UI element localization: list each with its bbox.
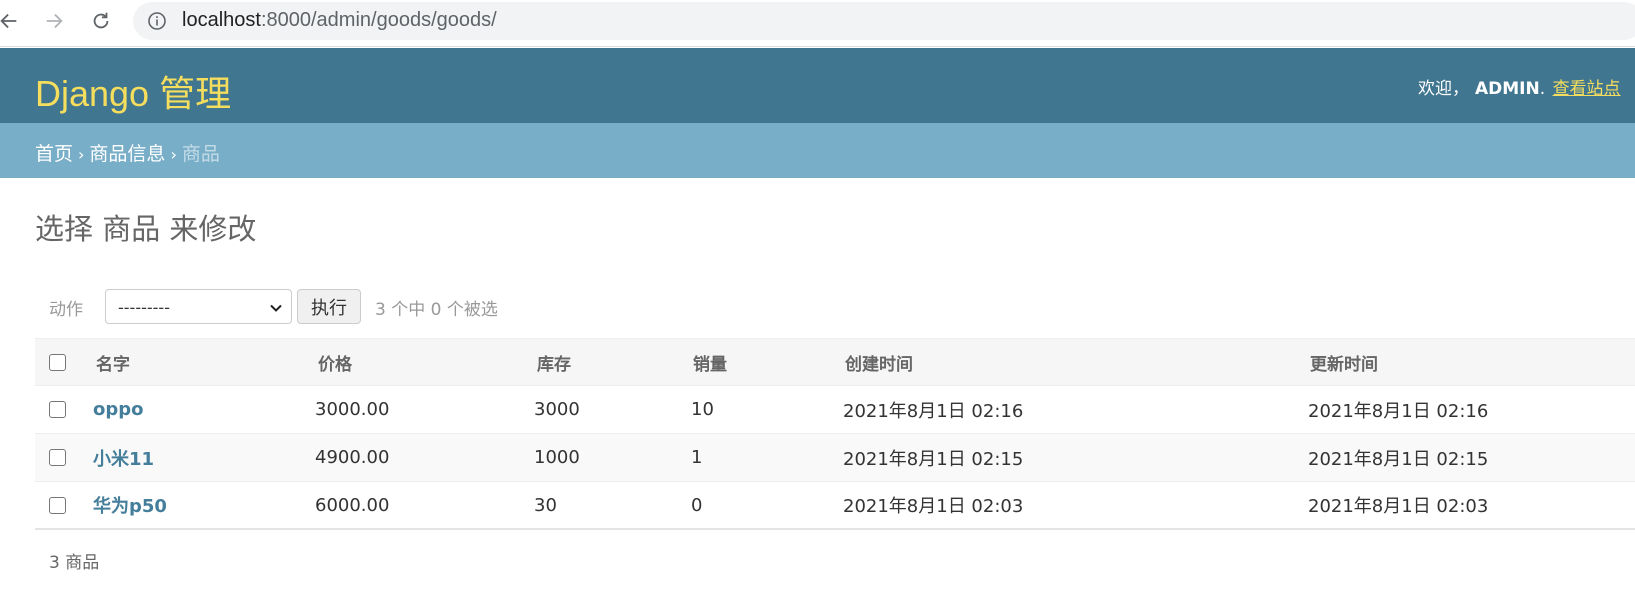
result-table: 名字 价格 库存 销量 创建时间 更新时间 oppo 3000.00 3000 … — [35, 338, 1635, 530]
table-row: 小米11 4900.00 1000 1 2021年8月1日 02:15 2021… — [35, 434, 1635, 482]
breadcrumb-app[interactable]: 商品信息 — [89, 143, 165, 165]
select-all-checkbox[interactable] — [49, 353, 66, 371]
action-label: 动作 — [49, 300, 83, 320]
back-button[interactable] — [0, 6, 24, 36]
sales-cell: 1 — [691, 447, 703, 468]
name-cell: oppo — [93, 386, 144, 433]
column-header-sales[interactable]: 销量 — [693, 339, 727, 385]
updated-cell: 2021年8月1日 02:03 — [1308, 496, 1489, 517]
created-cell: 2021年8月1日 02:15 — [843, 448, 1024, 470]
breadcrumb-separator: › — [170, 145, 177, 164]
address-bar[interactable]: localhost:8000/admin/goods/goods/ — [133, 2, 1635, 40]
sales-cell: 0 — [691, 494, 703, 516]
row-checkbox[interactable] — [49, 401, 66, 418]
sales-cell: 10 — [691, 399, 714, 420]
name-cell: 华为p50 — [93, 482, 167, 528]
breadcrumb-current: 商品 — [181, 143, 220, 165]
view-site-link[interactable]: 查看站点 — [1553, 79, 1621, 99]
name-cell: 小米11 — [93, 434, 154, 481]
result-count: 3 商品 — [49, 553, 100, 573]
row-checkbox[interactable] — [49, 449, 66, 466]
breadcrumb-separator: › — [78, 145, 85, 164]
column-header-created[interactable]: 创建时间 — [845, 339, 913, 385]
username: ADMIN — [1475, 79, 1540, 99]
action-select[interactable]: --------- — [105, 289, 292, 324]
price-cell: 3000.00 — [315, 399, 390, 420]
site-header: Django 管理 欢迎， ADMIN. 查看站点 — [0, 48, 1635, 123]
table-row: oppo 3000.00 3000 10 2021年8月1日 02:16 202… — [35, 386, 1635, 434]
created-cell: 2021年8月1日 02:03 — [843, 496, 1024, 517]
selection-counter: 3 个中 0 个被选 — [375, 300, 498, 320]
column-header-updated[interactable]: 更新时间 — [1310, 339, 1378, 385]
item-link[interactable]: oppo — [93, 399, 144, 420]
table-header: 名字 价格 库存 销量 创建时间 更新时间 — [35, 338, 1635, 386]
column-header-name[interactable]: 名字 — [96, 339, 130, 385]
page-title: 选择 商品 来修改 — [35, 212, 257, 246]
back-arrow-icon — [0, 13, 17, 29]
row-select-cell — [49, 386, 66, 433]
info-icon[interactable] — [147, 11, 167, 31]
run-action-button[interactable]: 执行 — [297, 289, 361, 324]
breadcrumb: 首页 › 商品信息 › 商品 — [0, 123, 1635, 178]
action-select-value: --------- — [118, 298, 170, 317]
reload-button[interactable] — [86, 6, 116, 36]
stock-cell: 1000 — [534, 447, 580, 468]
chevron-down-icon — [270, 304, 282, 312]
column-header-stock[interactable]: 库存 — [537, 339, 571, 385]
breadcrumb-home[interactable]: 首页 — [35, 143, 73, 165]
price-cell: 4900.00 — [315, 447, 390, 468]
site-branding[interactable]: Django 管理 — [35, 65, 231, 117]
select-all-cell — [49, 339, 66, 385]
row-checkbox[interactable] — [49, 496, 66, 514]
column-header-price[interactable]: 价格 — [318, 339, 352, 385]
table-row: 华为p50 6000.00 30 0 2021年8月1日 02:03 2021年… — [35, 482, 1635, 530]
stock-cell: 30 — [534, 494, 557, 516]
stock-cell: 3000 — [534, 399, 580, 420]
url-text: localhost:8000/admin/goods/goods/ — [182, 9, 497, 32]
forward-button[interactable] — [39, 6, 69, 36]
updated-cell: 2021年8月1日 02:15 — [1308, 448, 1489, 470]
row-select-cell — [49, 482, 66, 528]
reload-icon — [93, 12, 109, 29]
created-cell: 2021年8月1日 02:16 — [843, 400, 1024, 422]
item-link[interactable]: 华为p50 — [93, 492, 167, 518]
price-cell: 6000.00 — [315, 494, 390, 516]
row-select-cell — [49, 434, 66, 481]
welcome-text: 欢迎， — [1418, 79, 1469, 99]
forward-arrow-icon — [46, 13, 63, 29]
url-host: localhost — [182, 9, 261, 31]
browser-toolbar: localhost:8000/admin/goods/goods/ — [0, 0, 1635, 47]
actions-bar: 动作 --------- 执行 3 个中 0 个被选 — [35, 286, 1635, 326]
url-path: :8000/admin/goods/goods/ — [260, 9, 497, 31]
item-link[interactable]: 小米11 — [93, 445, 154, 471]
updated-cell: 2021年8月1日 02:16 — [1308, 400, 1489, 422]
user-tools: 欢迎， ADMIN. 查看站点 — [1418, 79, 1621, 99]
